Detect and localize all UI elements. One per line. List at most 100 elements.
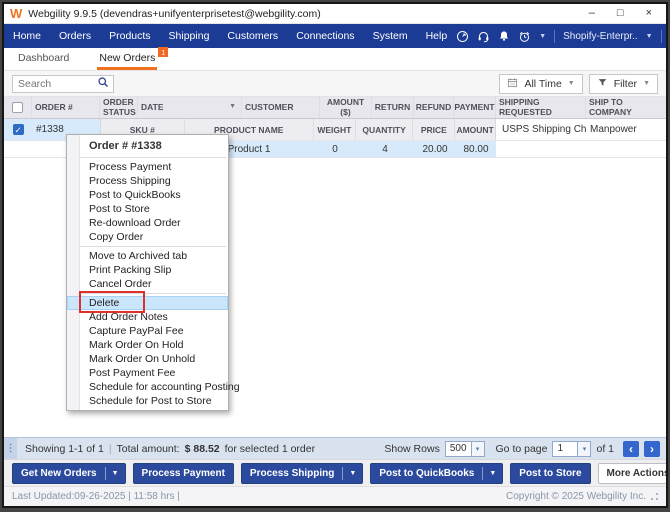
window-controls: – □ ×: [589, 8, 660, 19]
post-to-quickbooks-label: Post to QuickBooks: [371, 468, 482, 479]
process-payment-button[interactable]: Process Payment: [133, 463, 234, 484]
go-to-page-label: Go to page: [496, 443, 548, 455]
drag-handle-icon[interactable]: ⋮: [4, 438, 17, 459]
last-updated-text: Last Updated:09-26-2025 | 11:58 hrs |: [12, 491, 180, 502]
filter-funnel-icon: [597, 77, 608, 91]
toolbar-filters: All Time ▼ Filter ▼: [499, 74, 658, 94]
process-shipping-label: Process Shipping: [242, 468, 342, 479]
total-amount-suffix: for selected 1 order: [225, 443, 315, 455]
menu-item-post-to-quickbooks[interactable]: Post to QuickBooks: [67, 188, 228, 202]
column-header-date[interactable]: DATE▼: [138, 97, 242, 118]
tab-bar: Dashboard New Orders1: [4, 48, 666, 71]
item-amount-cell: 80.00: [456, 141, 496, 157]
post-to-quickbooks-button[interactable]: Post to QuickBooks▼: [370, 463, 503, 484]
order-context-menu: Order # #1338 Process Payment Process Sh…: [66, 134, 229, 411]
column-header-shipping-requested[interactable]: SHIPPING REQUESTED: [496, 97, 586, 118]
row-checkbox[interactable]: ✓: [13, 124, 24, 135]
menu-item-cancel-order[interactable]: Cancel Order: [67, 277, 228, 291]
pagination-controls: Show Rows 500 ▾ Go to page 1 ▾ of 1 ‹ ›: [384, 441, 666, 457]
menu-item-delete[interactable]: Delete: [67, 296, 228, 310]
menu-item-copy-order[interactable]: Copy Order: [67, 230, 228, 244]
ship-to-company-cell: Manpower: [586, 119, 666, 140]
column-header-order-status[interactable]: ORDER STATUS: [100, 97, 138, 118]
column-header-payment[interactable]: PAYMENT: [454, 97, 496, 118]
menu-item-process-shipping[interactable]: Process Shipping: [67, 174, 228, 188]
get-new-orders-button[interactable]: Get New Orders▼: [12, 463, 126, 484]
search-input[interactable]: [13, 78, 97, 90]
menu-item-move-to-archived[interactable]: Move to Archived tab: [67, 249, 228, 263]
menu-separator: [80, 293, 226, 294]
process-payment-label: Process Payment: [134, 468, 233, 479]
nav-item-connections[interactable]: Connections: [287, 24, 363, 48]
column-header-return[interactable]: RETURN: [372, 97, 414, 118]
menu-item-post-payment-fee[interactable]: Post Payment Fee: [67, 366, 228, 380]
orders-toolbar: All Time ▼ Filter ▼: [4, 71, 666, 97]
nav-item-help[interactable]: Help: [417, 24, 457, 48]
calendar-icon: [507, 77, 518, 91]
store-dropdown-caret-icon[interactable]: ▼: [646, 33, 653, 40]
filter-dropdown[interactable]: Filter ▼: [589, 74, 658, 94]
context-menu-title: Order # #1338: [67, 137, 228, 155]
menu-item-mark-order-on-unhold[interactable]: Mark Order On Unhold: [67, 352, 228, 366]
tab-new-orders[interactable]: New Orders1: [97, 48, 157, 70]
resize-grip-icon[interactable]: [651, 493, 658, 500]
show-rows-select[interactable]: 500 ▾: [445, 441, 485, 457]
menu-item-schedule-accounting-posting[interactable]: Schedule for accounting Posting: [67, 380, 228, 394]
process-shipping-caret-icon[interactable]: ▼: [343, 470, 362, 477]
show-rows-caret-icon: ▾: [471, 442, 484, 456]
post-to-quickbooks-caret-icon[interactable]: ▼: [483, 470, 502, 477]
menu-item-print-packing-slip[interactable]: Print Packing Slip: [67, 263, 228, 277]
nav-item-orders[interactable]: Orders: [50, 24, 100, 48]
nav-item-system[interactable]: System: [364, 24, 417, 48]
gauge-icon[interactable]: [456, 30, 469, 43]
app-window: W Webgility 9.9.5 (devendras+unifyenterp…: [2, 2, 668, 508]
close-button[interactable]: ×: [646, 8, 652, 19]
alarm-dropdown-caret-icon[interactable]: ▼: [539, 33, 546, 40]
more-actions-button[interactable]: More Actions: [598, 463, 668, 484]
copyright-text: Copyright © 2025 Webgility Inc.: [506, 491, 646, 502]
store-selector[interactable]: Shopify-Enterpr..: [563, 31, 637, 42]
date-range-caret-icon: ▼: [568, 80, 575, 87]
menu-item-post-to-store[interactable]: Post to Store: [67, 202, 228, 216]
nav-item-products[interactable]: Products: [100, 24, 159, 48]
alarm-clock-icon[interactable]: [518, 30, 531, 43]
menu-item-capture-paypal-fee[interactable]: Capture PayPal Fee: [67, 324, 228, 338]
column-header-refund[interactable]: REFUND: [414, 97, 454, 118]
bell-icon[interactable]: [498, 30, 510, 42]
subcolumn-quantity: QUANTITY: [356, 119, 414, 140]
menu-item-add-order-notes[interactable]: Add Order Notes: [67, 310, 228, 324]
tab-dashboard[interactable]: Dashboard: [16, 48, 71, 70]
next-page-button[interactable]: ›: [644, 441, 660, 457]
menu-item-process-payment[interactable]: Process Payment: [67, 160, 228, 174]
date-header-label: DATE: [141, 103, 164, 113]
headset-icon[interactable]: [477, 30, 490, 43]
date-range-value: All Time: [524, 78, 561, 90]
post-to-store-button[interactable]: Post to Store: [510, 463, 590, 484]
column-header-ship-to-company[interactable]: SHIP TO COMPANY: [586, 97, 666, 118]
go-to-page-select[interactable]: 1 ▾: [552, 441, 591, 457]
subcolumn-weight: WEIGHT: [314, 119, 356, 140]
column-header-amount[interactable]: AMOUNT ($): [320, 97, 372, 118]
post-to-store-label: Post to Store: [511, 468, 589, 479]
select-all-checkbox[interactable]: [12, 102, 23, 113]
date-range-dropdown[interactable]: All Time ▼: [499, 74, 582, 94]
nav-item-customers[interactable]: Customers: [218, 24, 287, 48]
search-icon[interactable]: [97, 75, 109, 93]
maximize-button[interactable]: □: [617, 8, 624, 19]
menu-item-schedule-post-to-store[interactable]: Schedule for Post to Store: [67, 394, 228, 408]
column-header-order-number[interactable]: ORDER #: [32, 97, 100, 118]
menu-item-mark-order-on-hold[interactable]: Mark Order On Hold: [67, 338, 228, 352]
column-header-customer[interactable]: CUSTOMER: [242, 97, 320, 118]
get-new-orders-caret-icon[interactable]: ▼: [106, 470, 125, 477]
previous-page-button[interactable]: ‹: [623, 441, 639, 457]
minimize-button[interactable]: –: [589, 8, 595, 19]
nav-item-home[interactable]: Home: [4, 24, 50, 48]
item-weight-cell: 0: [314, 141, 356, 157]
action-bar: Get New Orders▼ Process Payment Process …: [4, 459, 666, 486]
menu-item-redownload-order[interactable]: Re-download Order: [67, 216, 228, 230]
footer-bar: Last Updated:09-26-2025 | 11:58 hrs | Co…: [4, 486, 666, 506]
nav-item-shipping[interactable]: Shipping: [160, 24, 219, 48]
process-shipping-button[interactable]: Process Shipping▼: [241, 463, 363, 484]
tab-new-orders-label: New Orders: [99, 52, 155, 64]
webgility-logo-icon: W: [10, 7, 22, 20]
